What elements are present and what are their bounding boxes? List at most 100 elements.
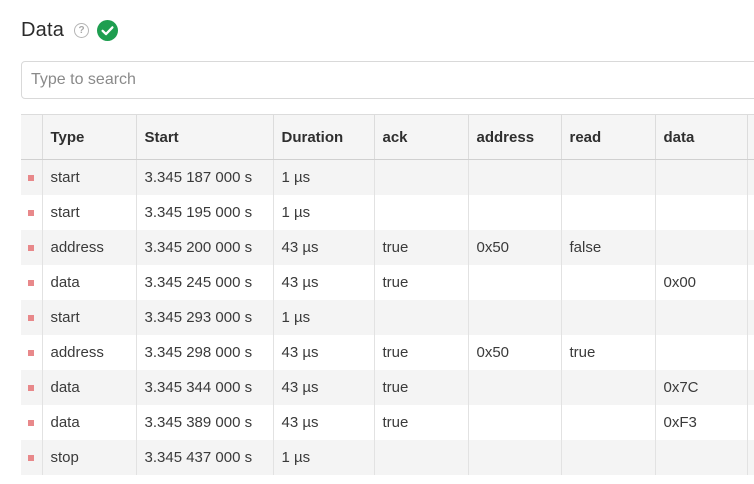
cell-duration: 1 µs [273, 195, 375, 230]
search-input[interactable] [21, 61, 754, 99]
cell-data: 0x00 [655, 265, 748, 300]
marker-column-header [21, 115, 43, 160]
row-marker-icon [28, 455, 35, 462]
cell-extra [747, 335, 754, 370]
cell-start: 3.345 245 000 s [136, 265, 274, 300]
cell-start: 3.345 344 000 s [136, 370, 274, 405]
cell-type: address [42, 230, 137, 265]
cell-start: 3.345 389 000 s [136, 405, 274, 440]
data-table: Type Start Duration ack address read data star… [21, 115, 754, 475]
table-row[interactable]: data 3.345 389 000 s 43 µs true 0xF3 [21, 405, 754, 440]
table-row[interactable]: start 3.345 195 000 s1 µs [21, 195, 754, 230]
row-marker-icon [28, 175, 35, 182]
cell-data [655, 300, 748, 335]
column-header-ack[interactable]: ack [374, 115, 469, 160]
table-row[interactable]: address 3.345 200 000 s 43 µs true 0x50 false [21, 230, 754, 265]
data-table-container[interactable]: Type Start Duration ack address read data star… [21, 114, 754, 484]
column-header-address[interactable]: address [468, 115, 562, 160]
cell-start: 3.345 195 000 s [136, 195, 274, 230]
row-marker-icon [28, 245, 35, 252]
row-marker-cell [21, 230, 43, 265]
column-header-type[interactable]: Type [42, 115, 137, 160]
cell-read [561, 195, 656, 230]
row-marker-cell [21, 335, 43, 370]
cell-read [561, 370, 656, 405]
row-marker-icon [28, 315, 35, 322]
table-row[interactable]: data 3.345 245 000 s 43 µs true 0x00 [21, 265, 754, 300]
column-header-start[interactable]: Start [136, 115, 274, 160]
cell-data: 0x7C [655, 370, 748, 405]
cell-ack: true [374, 405, 469, 440]
cell-address [468, 405, 562, 440]
row-marker-icon [28, 210, 35, 217]
row-marker-icon [28, 385, 35, 392]
cell-extra [747, 159, 754, 195]
column-header-extra[interactable] [747, 115, 754, 160]
row-marker-cell [21, 440, 43, 475]
question-circle-icon[interactable]: ? [74, 22, 90, 38]
table-row[interactable]: data 3.345 344 000 s 43 µs true 0x7C [21, 370, 754, 405]
cell-read [561, 300, 656, 335]
cell-extra [747, 265, 754, 300]
panel-header: Data ? [21, 16, 119, 44]
cell-duration: 1 µs [273, 440, 375, 475]
cell-type: data [42, 405, 137, 440]
cell-duration: 1 µs [273, 159, 375, 195]
cell-data [655, 159, 748, 195]
cell-address [468, 440, 562, 475]
cell-extra [747, 230, 754, 265]
cell-address [468, 159, 562, 195]
panel-title: Data [21, 18, 65, 41]
column-header-duration[interactable]: Duration [273, 115, 375, 160]
column-header-data[interactable]: data [655, 115, 748, 160]
cell-ack [374, 300, 469, 335]
cell-address [468, 195, 562, 230]
cell-read [561, 265, 656, 300]
cell-type: start [42, 300, 137, 335]
cell-duration: 43 µs [273, 230, 375, 265]
cell-read [561, 405, 656, 440]
table-row[interactable]: start 3.345 187 000 s1 µs [21, 159, 754, 195]
row-marker-cell [21, 370, 43, 405]
table-row[interactable]: stop 3.345 437 000 s1 µs [21, 440, 754, 475]
cell-read: false [561, 230, 656, 265]
cell-ack: true [374, 230, 469, 265]
cell-read: true [561, 335, 656, 370]
cell-type: address [42, 335, 137, 370]
cell-data [655, 335, 748, 370]
cell-data [655, 440, 748, 475]
cell-start: 3.345 187 000 s [136, 159, 274, 195]
cell-start: 3.345 437 000 s [136, 440, 274, 475]
cell-address: 0x50 [468, 335, 562, 370]
row-marker-icon [28, 350, 35, 357]
cell-start: 3.345 293 000 s [136, 300, 274, 335]
cell-type: start [42, 195, 137, 230]
cell-start: 3.345 298 000 s [136, 335, 274, 370]
cell-duration: 1 µs [273, 300, 375, 335]
cell-extra [747, 440, 754, 475]
table-row[interactable]: address 3.345 298 000 s 43 µs true 0x50 true [21, 335, 754, 370]
cell-extra [747, 195, 754, 230]
cell-data [655, 230, 748, 265]
row-marker-cell [21, 300, 43, 335]
cell-data: 0xF3 [655, 405, 748, 440]
column-header-read[interactable]: read [561, 115, 656, 160]
cell-type: data [42, 370, 137, 405]
cell-type: data [42, 265, 137, 300]
cell-extra [747, 405, 754, 440]
row-marker-cell [21, 265, 43, 300]
cell-start: 3.345 200 000 s [136, 230, 274, 265]
table-row[interactable]: start 3.345 293 000 s1 µs [21, 300, 754, 335]
cell-ack [374, 159, 469, 195]
cell-ack: true [374, 370, 469, 405]
row-marker-icon [28, 280, 35, 287]
cell-read [561, 159, 656, 195]
cell-address [468, 300, 562, 335]
row-marker-cell [21, 159, 43, 195]
cell-duration: 43 µs [273, 265, 375, 300]
cell-extra [747, 300, 754, 335]
cell-type: stop [42, 440, 137, 475]
cell-address: 0x50 [468, 230, 562, 265]
cell-type: start [42, 159, 137, 195]
cell-duration: 43 µs [273, 335, 375, 370]
